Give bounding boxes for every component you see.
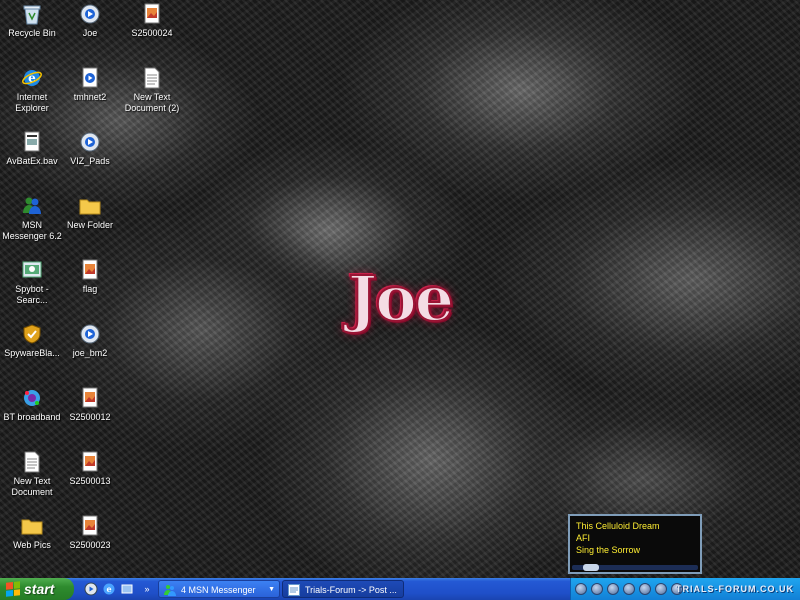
player-stop-icon[interactable]	[591, 583, 603, 595]
desktop-icon-label: MSN Messenger 6.2	[2, 220, 62, 241]
internet-explorer-icon	[288, 584, 300, 596]
taskbar-button-msn-messenger[interactable]: 4 MSN Messenger ▼	[158, 580, 280, 598]
desktop-icon-label: S2500012	[69, 412, 111, 422]
desktop-icon-label: New Folder	[66, 220, 113, 230]
desktop-icon-label: Recycle Bin	[8, 28, 56, 38]
quick-launch-show-desktop-icon[interactable]	[120, 582, 134, 596]
video-file-icon	[78, 66, 102, 90]
wallpaper-logo: Joe	[347, 261, 455, 336]
desktop-icon-s2500012[interactable]: S2500012	[58, 386, 122, 423]
image-file-icon	[140, 2, 164, 26]
svg-text:e: e	[106, 584, 111, 594]
desktop-icon-msn-messenger[interactable]: MSN Messenger 6.2	[0, 194, 64, 242]
desktop-icon-label: VIZ_Pads	[70, 156, 110, 166]
folder-icon	[78, 194, 102, 218]
desktop-icon-label: Internet Explorer	[15, 92, 49, 113]
text-document-icon	[140, 66, 164, 90]
desktop-icon-label: Spybot - Searc...	[15, 284, 49, 305]
desktop-icon-joe-bm2[interactable]: joe_bm2	[58, 322, 122, 359]
desktop-icon-label: Web Pics	[13, 540, 51, 550]
spybot-icon	[20, 258, 44, 282]
seek-handle[interactable]	[583, 564, 599, 571]
player-pause-icon[interactable]	[607, 583, 619, 595]
player-next-icon[interactable]	[639, 583, 651, 595]
spywareblaster-icon	[20, 322, 44, 346]
taskbar-button-trials-forum[interactable]: Trials-Forum -> Post ...	[282, 580, 404, 598]
desktop-icon-label: BT broadband	[3, 412, 61, 422]
chevron-down-icon: ▼	[268, 586, 275, 593]
desktop-icon-label: SpywareBla...	[4, 348, 60, 358]
desktop-icon-new-text-document-2[interactable]: New Text Document (2)	[120, 66, 184, 114]
track-artist: AFI	[576, 533, 591, 543]
desktop-icon-label: New Text Document (2)	[124, 92, 180, 113]
image-file-icon	[78, 450, 102, 474]
desktop-icon-s2500024[interactable]: S2500024	[120, 2, 184, 39]
player-mute-icon[interactable]	[655, 583, 667, 595]
image-file-icon	[78, 514, 102, 538]
desktop-icon-tmhnet2[interactable]: tmhnet2	[58, 66, 122, 103]
desktop-icon-viz-pads[interactable]: VIZ_Pads	[58, 130, 122, 167]
track-title: This Celluloid Dream	[576, 521, 660, 531]
image-file-icon	[78, 258, 102, 282]
quick-launch-expand-icon[interactable]: »	[140, 582, 154, 596]
desktop-icon-label: tmhnet2	[73, 92, 107, 102]
media-player-mini[interactable]: This Celluloid Dream AFI Sing the Sorrow	[568, 514, 702, 574]
msn-messenger-icon	[164, 584, 176, 596]
seek-bar[interactable]	[572, 564, 698, 571]
desktop-icon-joe[interactable]: Joe	[58, 2, 122, 39]
desktop-icon-spybot[interactable]: Spybot - Searc...	[0, 258, 64, 306]
desktop-icon-label: Joe	[82, 28, 98, 38]
taskbar: start e » 4 MSN Messenger ▼ Trials-Forum…	[0, 578, 800, 600]
desktop-icon-spywareblaster[interactable]: SpywareBla...	[0, 322, 64, 359]
image-file-icon	[78, 386, 102, 410]
player-previous-icon[interactable]	[623, 583, 635, 595]
media-file-icon	[78, 322, 102, 346]
msn-messenger-icon	[20, 194, 44, 218]
quick-launch-internet-explorer-icon[interactable]: e	[102, 582, 116, 596]
bt-broadband-icon	[20, 386, 44, 410]
desktop-icon-label: joe_bm2	[72, 348, 108, 358]
desktop-icon-internet-explorer[interactable]: e Internet Explorer	[0, 66, 64, 114]
desktop-icon-label: S2500023	[69, 540, 111, 550]
desktop-icon-s2500013[interactable]: S2500013	[58, 450, 122, 487]
taskbar-button-label: 4 MSN Messenger	[181, 585, 256, 595]
internet-explorer-icon: e	[20, 66, 44, 90]
recycle-bin-icon	[20, 2, 44, 26]
taskbar-button-label: Trials-Forum -> Post ...	[305, 585, 397, 595]
media-file-icon	[78, 130, 102, 154]
start-button[interactable]: start	[0, 578, 74, 600]
media-file-icon	[78, 2, 102, 26]
desktop-icon-label: flag	[82, 284, 98, 294]
desktop-icon-recycle-bin[interactable]: Recycle Bin	[0, 2, 64, 39]
desktop-icon-label: S2500013	[69, 476, 111, 486]
desktop-icon-web-pics[interactable]: Web Pics	[0, 514, 64, 551]
folder-icon	[20, 514, 44, 538]
start-label: start	[24, 581, 55, 597]
desktop-icon-new-text-document[interactable]: New Text Document	[0, 450, 64, 498]
player-app-icon[interactable]	[575, 583, 587, 595]
desktop-icon-flag[interactable]: flag	[58, 258, 122, 295]
desktop-icon-avbatex[interactable]: AvBatEx.bav	[0, 130, 64, 167]
desktop-icon-bt-broadband[interactable]: BT broadband	[0, 386, 64, 423]
system-tray: TRIALS-FORUM.CO.UK	[570, 578, 800, 600]
quick-launch-media-player-icon[interactable]	[84, 582, 98, 596]
text-document-icon	[20, 450, 44, 474]
windows-logo-icon	[6, 581, 20, 597]
file-icon	[20, 130, 44, 154]
desktop-icon-label: New Text Document	[11, 476, 53, 497]
desktop-icon-s2500023[interactable]: S2500023	[58, 514, 122, 551]
track-album: Sing the Sorrow	[576, 545, 641, 555]
desktop-icon-label: S2500024	[131, 28, 173, 38]
desktop-icon-label: AvBatEx.bav	[6, 156, 58, 166]
watermark-text: TRIALS-FORUM.CO.UK	[676, 584, 794, 594]
desktop-icon-new-folder[interactable]: New Folder	[58, 194, 122, 231]
